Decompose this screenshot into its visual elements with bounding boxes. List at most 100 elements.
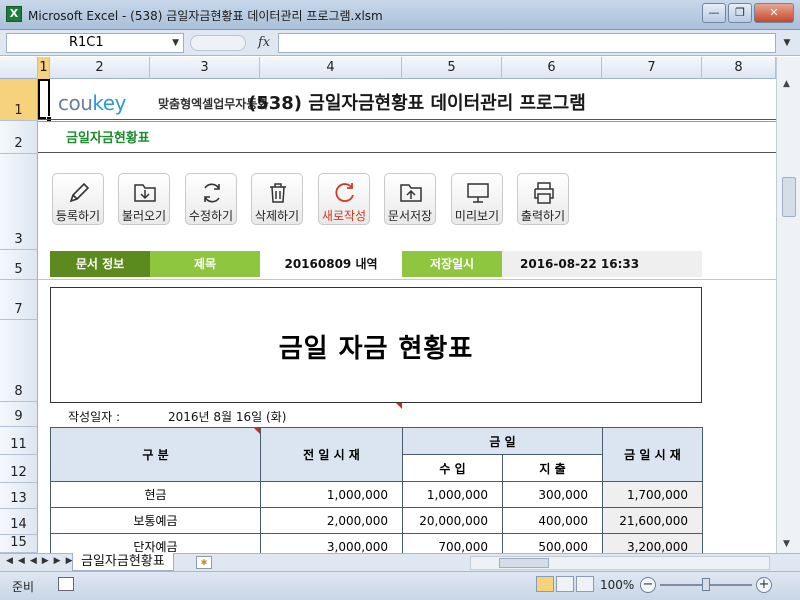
new-circle-icon bbox=[335, 183, 354, 202]
coukey-logo: coukey bbox=[58, 91, 126, 115]
scroll-up-icon[interactable]: ▲ bbox=[783, 79, 790, 89]
chevron-down-icon[interactable]: ▼ bbox=[172, 34, 179, 52]
expand-formula-bar-icon[interactable]: ▼ bbox=[780, 35, 794, 51]
row-divider bbox=[38, 279, 776, 280]
row-prev[interactable]: 2,000,000 bbox=[260, 507, 403, 534]
zoom-out-icon[interactable]: − bbox=[640, 577, 656, 593]
doc-title-value[interactable]: 20160809 내역 bbox=[260, 251, 402, 277]
header-divider-thin bbox=[38, 121, 776, 122]
row-current[interactable]: 21,600,000 bbox=[602, 507, 704, 534]
column-header[interactable]: 7 bbox=[602, 57, 702, 79]
formula-bar-pill bbox=[190, 35, 246, 51]
row-header[interactable]: 7 bbox=[0, 280, 38, 320]
doc-title-label: 제목 bbox=[150, 251, 260, 277]
row-prev[interactable]: 3,000,000 bbox=[260, 533, 403, 553]
comment-indicator[interactable] bbox=[396, 403, 402, 409]
column-header[interactable]: 6 bbox=[502, 57, 602, 79]
page-layout-view-icon[interactable] bbox=[556, 576, 574, 592]
row-header[interactable]: 9 bbox=[0, 402, 38, 427]
header-divider bbox=[38, 119, 776, 120]
column-header[interactable]: 1 bbox=[38, 57, 50, 79]
row-expense[interactable]: 500,000 bbox=[501, 533, 604, 553]
row-header[interactable]: 15 bbox=[0, 535, 38, 553]
row-header[interactable]: 8 bbox=[0, 320, 38, 402]
normal-view-icon[interactable] bbox=[536, 576, 554, 592]
zoom-slider-thumb[interactable] bbox=[702, 578, 710, 591]
zoom-level[interactable]: 100% bbox=[600, 578, 634, 592]
program-title: (538) 금일자금현황표 데이터관리 프로그램 bbox=[248, 93, 586, 114]
column-header[interactable]: 5 bbox=[402, 57, 502, 79]
formula-bar: R1C1 ▼ fx ▼ bbox=[0, 30, 800, 56]
cash-status-table: 구 분 전 일 시 재 금 일 금 일 시 재 수 입 지 출 현금 1,000… bbox=[50, 427, 704, 553]
column-header[interactable]: 8 bbox=[702, 57, 776, 79]
row-header[interactable]: 13 bbox=[0, 483, 38, 509]
minimize-button[interactable]: — bbox=[702, 3, 726, 23]
row-category[interactable]: 현금 bbox=[50, 481, 261, 508]
document-info-bar: 문서 정보 제목 20160809 내역 저장일시 2016-08-22 16:… bbox=[50, 251, 702, 277]
sheet-tab-active[interactable]: 금일자금현황표 bbox=[72, 553, 174, 571]
worksheet[interactable]: coukey 맞춤형엑셀업무자동화 (538) 금일자금현황표 데이터관리 프로… bbox=[38, 79, 776, 553]
edit-label[interactable]: 수정하기 bbox=[178, 207, 244, 224]
zoom-in-icon[interactable]: + bbox=[756, 577, 772, 593]
horizontal-scroll-thumb[interactable] bbox=[499, 558, 549, 568]
horizontal-scrollbar[interactable] bbox=[470, 556, 770, 570]
window-title: Microsoft Excel - (538) 금일자금현황표 데이터관리 프로… bbox=[28, 9, 383, 23]
row-header[interactable]: 3 bbox=[0, 154, 38, 250]
restore-button[interactable]: ❐ bbox=[728, 3, 752, 23]
load-label[interactable]: 불러오기 bbox=[111, 207, 177, 224]
formula-input[interactable] bbox=[278, 33, 776, 53]
header-prev-balance: 전 일 시 재 bbox=[260, 427, 403, 482]
header-income: 수 입 bbox=[402, 454, 503, 482]
vertical-scrollbar[interactable]: ▲ ▼ bbox=[776, 57, 800, 553]
comment-indicator[interactable] bbox=[254, 428, 260, 434]
row-income[interactable]: 700,000 bbox=[402, 533, 503, 553]
row-header[interactable]: 5 bbox=[0, 250, 38, 280]
macro-record-icon[interactable] bbox=[58, 577, 74, 591]
print-label[interactable]: 출력하기 bbox=[510, 207, 576, 224]
name-box[interactable]: R1C1 ▼ bbox=[6, 33, 184, 53]
table-row: 보통예금 2,000,000 20,000,000 400,000 21,600… bbox=[50, 507, 704, 534]
row-expense[interactable]: 300,000 bbox=[501, 481, 604, 508]
new-label[interactable]: 새로작성 bbox=[311, 207, 377, 224]
save-label[interactable]: 문서저장 bbox=[377, 207, 443, 224]
row-header[interactable]: 14 bbox=[0, 509, 38, 535]
row-prev[interactable]: 1,000,000 bbox=[260, 481, 403, 508]
row-income[interactable]: 20,000,000 bbox=[402, 507, 503, 534]
table-row: 단자예금 3,000,000 700,000 500,000 3,200,000 bbox=[50, 533, 704, 553]
logo-text-cou: cou bbox=[58, 91, 93, 115]
vertical-scroll-thumb[interactable] bbox=[782, 177, 796, 217]
row-current[interactable]: 3,200,000 bbox=[602, 533, 704, 553]
active-cell[interactable] bbox=[38, 79, 50, 119]
select-all-corner[interactable] bbox=[0, 57, 38, 79]
column-header[interactable]: 3 bbox=[150, 57, 260, 79]
row-category[interactable]: 보통예금 bbox=[50, 507, 261, 534]
row-header[interactable]: 12 bbox=[0, 455, 38, 483]
page-break-view-icon[interactable] bbox=[576, 576, 594, 592]
register-label[interactable]: 등록하기 bbox=[45, 207, 111, 224]
delete-label[interactable]: 삭제하기 bbox=[244, 207, 310, 224]
folder-upload-icon bbox=[400, 184, 422, 202]
insert-sheet-icon[interactable]: ✱ bbox=[196, 556, 212, 569]
preview-label[interactable]: 미리보기 bbox=[444, 207, 510, 224]
column-header[interactable]: 4 bbox=[260, 57, 402, 79]
name-box-value: R1C1 bbox=[69, 35, 104, 50]
row-expense[interactable]: 400,000 bbox=[501, 507, 604, 534]
sheet-nav-arrows-icon[interactable]: ◀◀◀▶▶▶ bbox=[6, 556, 78, 566]
excel-app-icon[interactable]: X bbox=[6, 6, 22, 22]
header-current-balance: 금 일 시 재 bbox=[602, 427, 704, 482]
row-header[interactable]: 1 bbox=[0, 79, 38, 121]
sheet-subtitle: 금일자금현황표 bbox=[66, 131, 150, 146]
scroll-down-icon[interactable]: ▼ bbox=[783, 539, 790, 549]
row-income[interactable]: 1,000,000 bbox=[402, 481, 503, 508]
report-title-box: 금일 자금 현황표 bbox=[50, 287, 702, 403]
row-category[interactable]: 단자예금 bbox=[50, 533, 261, 553]
row-header[interactable]: 2 bbox=[0, 121, 38, 154]
header-category: 구 분 bbox=[50, 427, 261, 482]
insert-function-icon[interactable]: fx bbox=[258, 35, 270, 50]
header-today: 금 일 bbox=[401, 427, 604, 455]
row-header[interactable]: 11 bbox=[0, 427, 38, 455]
column-header[interactable]: 2 bbox=[50, 57, 150, 79]
row-current[interactable]: 1,700,000 bbox=[602, 481, 704, 508]
status-ready: 준비 bbox=[12, 580, 35, 594]
close-button[interactable]: ✕ bbox=[754, 3, 794, 23]
